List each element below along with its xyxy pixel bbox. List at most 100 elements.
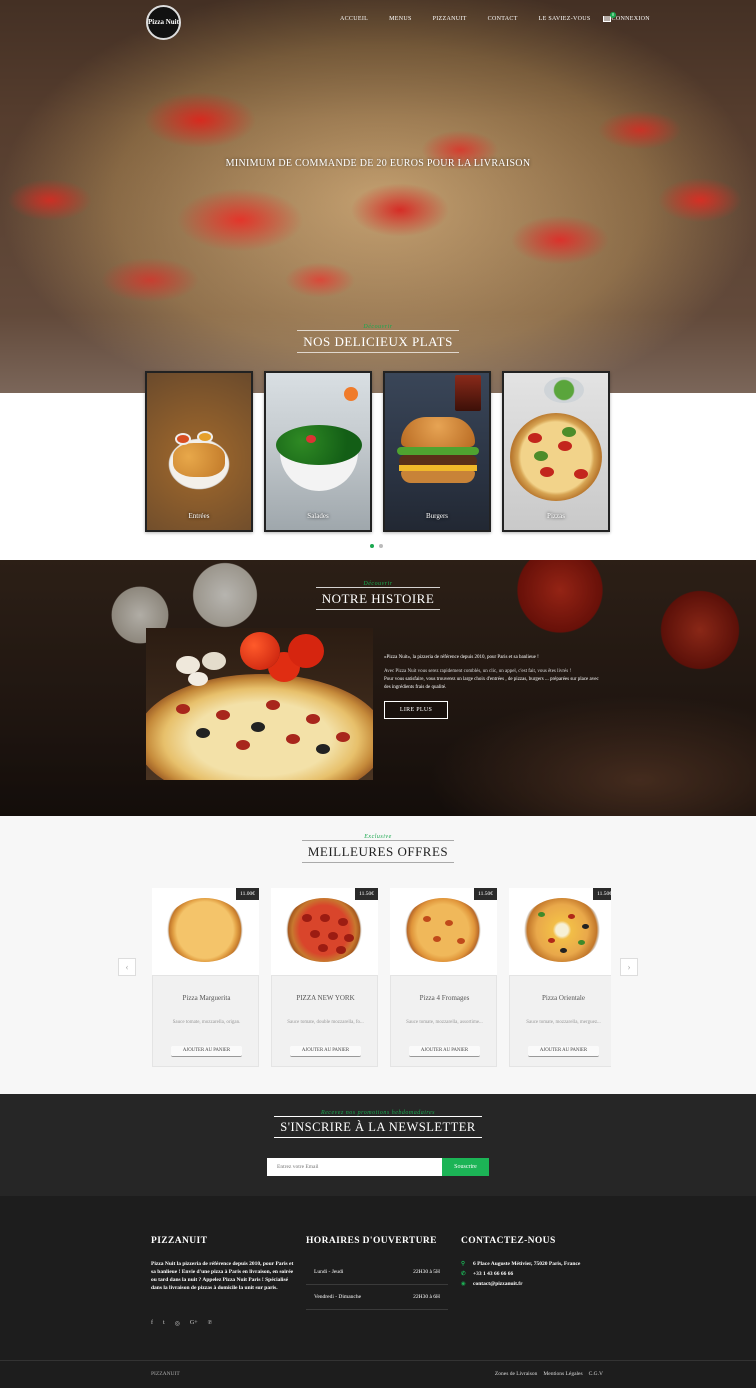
- contact-row: ⚲ 6 Place Auguste Métivier, 75020 Paris,…: [461, 1260, 601, 1268]
- carousel-next-arrow-icon[interactable]: ›: [620, 958, 638, 976]
- nav-pizzanuit[interactable]: PIZZANUIT: [433, 16, 467, 22]
- link-zones-livraison[interactable]: Zones de Livraison: [495, 1371, 537, 1377]
- site-logo[interactable]: Pizza Nuit: [146, 5, 181, 40]
- pizza-image: [522, 898, 602, 962]
- subscribe-button[interactable]: Souscrire: [442, 1158, 489, 1176]
- hours-time: 22H30 à 5H: [413, 1269, 440, 1275]
- footer-hours-title: HORAIRES D'OUVERTURE: [306, 1236, 437, 1246]
- footer-brand: PIZZANUIT: [151, 1371, 180, 1377]
- contact-email[interactable]: contact@pizzanuit.fr: [473, 1280, 523, 1288]
- offer-image: [152, 888, 259, 975]
- footer-about-title: PIZZANUIT: [151, 1236, 208, 1246]
- burger-image: [397, 447, 479, 455]
- nav-accueil[interactable]: ACCUEIL: [340, 16, 368, 22]
- map-marker-icon: ⚲: [461, 1261, 466, 1267]
- offer-description: Sauce tomate, mozzarella, assortime...: [406, 1020, 483, 1025]
- offer-name[interactable]: Pizza 4 Fromages: [391, 994, 498, 1002]
- dish-card-pizzas[interactable]: Pizzas: [502, 371, 610, 532]
- pinterest-icon[interactable]: ℗: [208, 1320, 213, 1327]
- newsletter-email-input[interactable]: [267, 1158, 442, 1176]
- dish-categories: Entrées Salades Burgers Pizzas: [145, 371, 610, 532]
- dish-card-salades[interactable]: Salades: [264, 371, 372, 532]
- add-to-cart-button[interactable]: AJOUTER AU PANIER: [171, 1046, 242, 1057]
- main-menu: ACCUEIL MENUS PIZZANUIT CONTACT LE SAVIE…: [340, 16, 671, 22]
- plats-heading: Découvrir NOS DELICIEUX PLATS: [0, 324, 756, 353]
- offer-description: Sauce tomate, double mozzarella, fo...: [287, 1020, 364, 1025]
- offer-image: [271, 888, 378, 975]
- offer-body: Pizza Orientale Sauce tomate, mozzarella…: [509, 975, 611, 1067]
- nav-contact[interactable]: CONTACT: [488, 16, 518, 22]
- footer-contact-title: CONTACTEZ-NOUS: [461, 1236, 556, 1246]
- pizza-image: [284, 898, 364, 962]
- histoire-paragraph: Avec Pizza Nuit vous serez rapidement co…: [384, 668, 572, 674]
- carousel-dot-2[interactable]: [379, 544, 383, 548]
- offer-name[interactable]: Pizza Marguerita: [153, 994, 260, 1002]
- lire-plus-button[interactable]: LIRE PLUS: [384, 701, 448, 719]
- sauce-image: [197, 431, 213, 443]
- dish-label: Salades: [307, 512, 329, 520]
- histoire-pizza-image: [146, 628, 373, 780]
- hours-time: 22H30 à 6H: [413, 1294, 440, 1300]
- drink-image: [455, 375, 481, 411]
- burger-image: [401, 471, 475, 483]
- offer-card[interactable]: 11.50€ Pizza Orientale Sauce tomate, moz…: [509, 888, 611, 1067]
- hours-row: Lundi - Jeudi 22H30 à 5H: [306, 1260, 448, 1285]
- dish-card-burgers[interactable]: Burgers: [383, 371, 491, 532]
- offer-description: Sauce tomate, mozzarella, merguez...: [526, 1020, 601, 1025]
- link-cgv[interactable]: C.G.V: [589, 1371, 603, 1377]
- carousel-prev-arrow-icon[interactable]: ‹: [118, 958, 136, 976]
- dish-card-entrees[interactable]: Entrées: [145, 371, 253, 532]
- offer-name[interactable]: Pizza Orientale: [510, 994, 611, 1002]
- decor-image: [344, 387, 358, 401]
- twitter-icon[interactable]: t: [163, 1320, 165, 1327]
- social-links: f t ◎ G+ ℗: [151, 1320, 212, 1327]
- hours-row: Vendredi - Dimanche 22H30 à 6H: [306, 1285, 448, 1310]
- add-to-cart-button[interactable]: AJOUTER AU PANIER: [528, 1046, 599, 1057]
- instagram-icon[interactable]: ◎: [175, 1320, 180, 1327]
- link-mentions-legales[interactable]: Mentions Légales: [543, 1371, 582, 1377]
- contact-row: ✆ +33 1 43 66 66 66: [461, 1270, 601, 1278]
- contact-phone[interactable]: +33 1 43 66 66 66: [473, 1270, 513, 1278]
- carousel-dots: [370, 544, 383, 548]
- histoire-text: «Pizza Nuit», la pizzeria de référence d…: [384, 654, 602, 697]
- offres-section: Exclusive MEILLEURES OFFRES ‹ › 11.00€ P…: [0, 816, 756, 1094]
- contact-row: ◉ contact@pizzanuit.fr: [461, 1280, 601, 1288]
- nav-connexion[interactable]: CONNEXION: [612, 16, 650, 22]
- food-image: [173, 443, 225, 477]
- site-footer: PIZZANUIT Pizza Nuit la pizzeria de réfé…: [0, 1196, 756, 1388]
- facebook-icon[interactable]: f: [151, 1320, 153, 1327]
- mushroom-image: [176, 656, 200, 674]
- pizza-image: [510, 413, 602, 501]
- pizza-image: [403, 898, 483, 962]
- offer-card[interactable]: 11.50€ Pizza 4 Fromages Sauce tomate, mo…: [390, 888, 497, 1067]
- dish-label: Burgers: [425, 512, 449, 520]
- nav-menus[interactable]: MENUS: [389, 16, 412, 22]
- cart-button[interactable]: 0: [603, 12, 616, 23]
- add-to-cart-button[interactable]: AJOUTER AU PANIER: [290, 1046, 361, 1057]
- offer-card[interactable]: 11.50€ PIZZA NEW YORK Sauce tomate, doub…: [271, 888, 378, 1067]
- offer-card[interactable]: 11.00€ Pizza Marguerita Sauce tomate, mo…: [152, 888, 259, 1067]
- offer-price: 11.50€: [474, 888, 497, 900]
- offres-title: MEILLEURES OFFRES: [301, 840, 455, 863]
- contact-address: 6 Place Auguste Métivier, 75020 Paris, F…: [473, 1261, 581, 1267]
- google-plus-icon[interactable]: G+: [190, 1320, 198, 1327]
- newsletter-section: Recevez nos promotions hebdomadaires S'I…: [0, 1094, 756, 1196]
- burger-image: [401, 417, 475, 447]
- nav-le-saviez-vous[interactable]: LE SAVIEZ-VOUS: [539, 16, 591, 22]
- offer-name[interactable]: PIZZA NEW YORK: [272, 994, 379, 1002]
- offer-image: [390, 888, 497, 975]
- histoire-heading: Découvrir NOTRE HISTOIRE: [0, 581, 756, 610]
- add-to-cart-button[interactable]: AJOUTER AU PANIER: [409, 1046, 480, 1057]
- footer-about-text: Pizza Nuit la pizzeria de référence depu…: [151, 1261, 294, 1291]
- offer-price: 11.50€: [355, 888, 378, 900]
- offer-image: [509, 888, 611, 975]
- bowl-image: [544, 377, 584, 403]
- phone-icon: ✆: [461, 1271, 466, 1277]
- tomato-image: [306, 435, 316, 443]
- carousel-dot-1[interactable]: [370, 544, 374, 548]
- plats-title: NOS DELICIEUX PLATS: [297, 330, 459, 353]
- offres-heading: Exclusive MEILLEURES OFFRES: [0, 834, 756, 863]
- email-icon: ◉: [461, 1281, 466, 1287]
- contact-info: ⚲ 6 Place Auguste Métivier, 75020 Paris,…: [461, 1260, 601, 1290]
- histoire-section: Découvrir NOTRE HISTOIRE «Pizza Nuit», l…: [0, 560, 756, 816]
